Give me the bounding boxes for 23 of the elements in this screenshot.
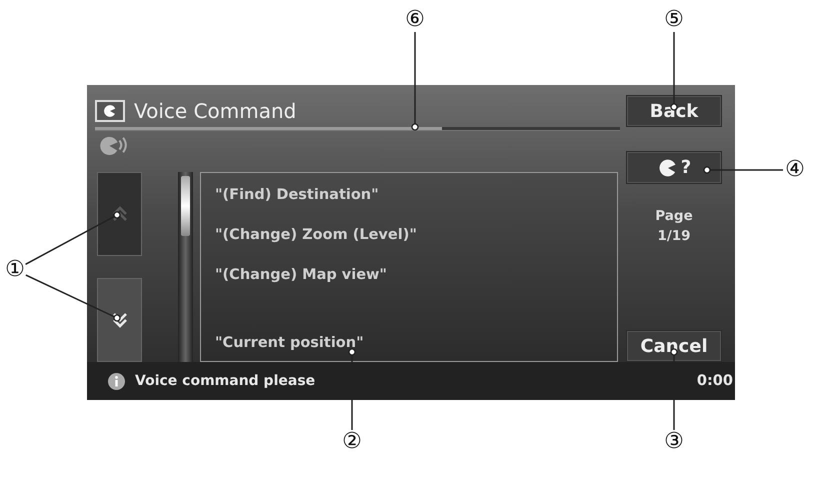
callout-number: ④ xyxy=(784,156,806,184)
callout-number: ③ xyxy=(663,428,685,456)
command-item[interactable]: "(Change) Zoom (Level)" xyxy=(215,223,617,263)
help-button[interactable]: ? xyxy=(626,151,722,184)
chevron-up-icon xyxy=(110,205,128,223)
clock: 0:00 xyxy=(696,373,733,389)
callout-number: ⑥ xyxy=(404,6,426,34)
page-number: 1/19 xyxy=(656,227,692,246)
command-item[interactable]: "Current position" xyxy=(215,331,617,355)
scroll-down-button[interactable] xyxy=(97,278,142,362)
callout-number: ② xyxy=(341,428,363,456)
callout-number: ⑤ xyxy=(663,6,685,34)
status-message: Voice command please xyxy=(135,373,316,389)
command-item[interactable]: "(Find) Destination" xyxy=(215,183,617,223)
info-icon xyxy=(108,372,125,390)
screen-title: Voice Command xyxy=(134,99,296,123)
back-button[interactable]: Back xyxy=(626,95,722,127)
callout-number: ① xyxy=(4,256,26,284)
command-item[interactable]: "(Change) Map view" xyxy=(215,263,617,303)
cancel-button[interactable]: Cancel xyxy=(626,330,722,362)
speaking-head-icon xyxy=(95,100,125,122)
chevron-down-icon xyxy=(110,311,128,329)
page-label: Page xyxy=(654,207,694,226)
